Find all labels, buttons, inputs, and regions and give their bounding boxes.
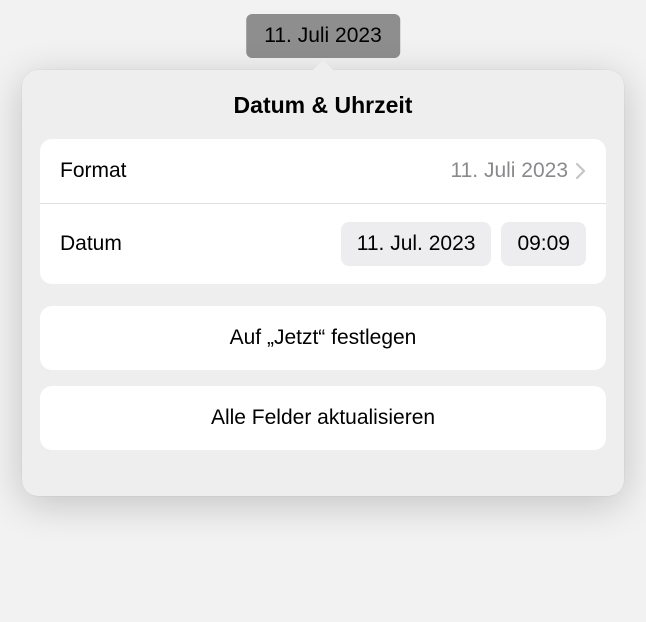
date-label: Datum: [60, 232, 122, 256]
update-all-group: Alle Felder aktualisieren: [40, 386, 606, 450]
set-now-button[interactable]: Auf „Jetzt“ festlegen: [40, 306, 606, 370]
format-value: 11. Juli 2023: [450, 159, 568, 183]
set-now-group: Auf „Jetzt“ festlegen: [40, 306, 606, 370]
date-picker-chip[interactable]: 11. Jul. 2023: [341, 222, 492, 266]
update-all-button[interactable]: Alle Felder aktualisieren: [40, 386, 606, 450]
time-picker-chip[interactable]: 09:09: [501, 222, 586, 266]
popover-arrow: [311, 60, 335, 72]
format-row[interactable]: Format 11. Juli 2023: [40, 139, 606, 203]
popover-title: Datum & Uhrzeit: [40, 92, 606, 119]
settings-group: Format 11. Juli 2023 Datum 11. Jul. 2023…: [40, 139, 606, 284]
date-time-popover: Datum & Uhrzeit Format 11. Juli 2023 Dat…: [22, 70, 624, 496]
date-field-token[interactable]: 11. Juli 2023: [246, 14, 400, 58]
date-row: Datum 11. Jul. 2023 09:09: [40, 203, 606, 284]
date-field-text: 11. Juli 2023: [264, 24, 382, 47]
chevron-right-icon: [576, 163, 586, 179]
format-label: Format: [60, 159, 127, 183]
